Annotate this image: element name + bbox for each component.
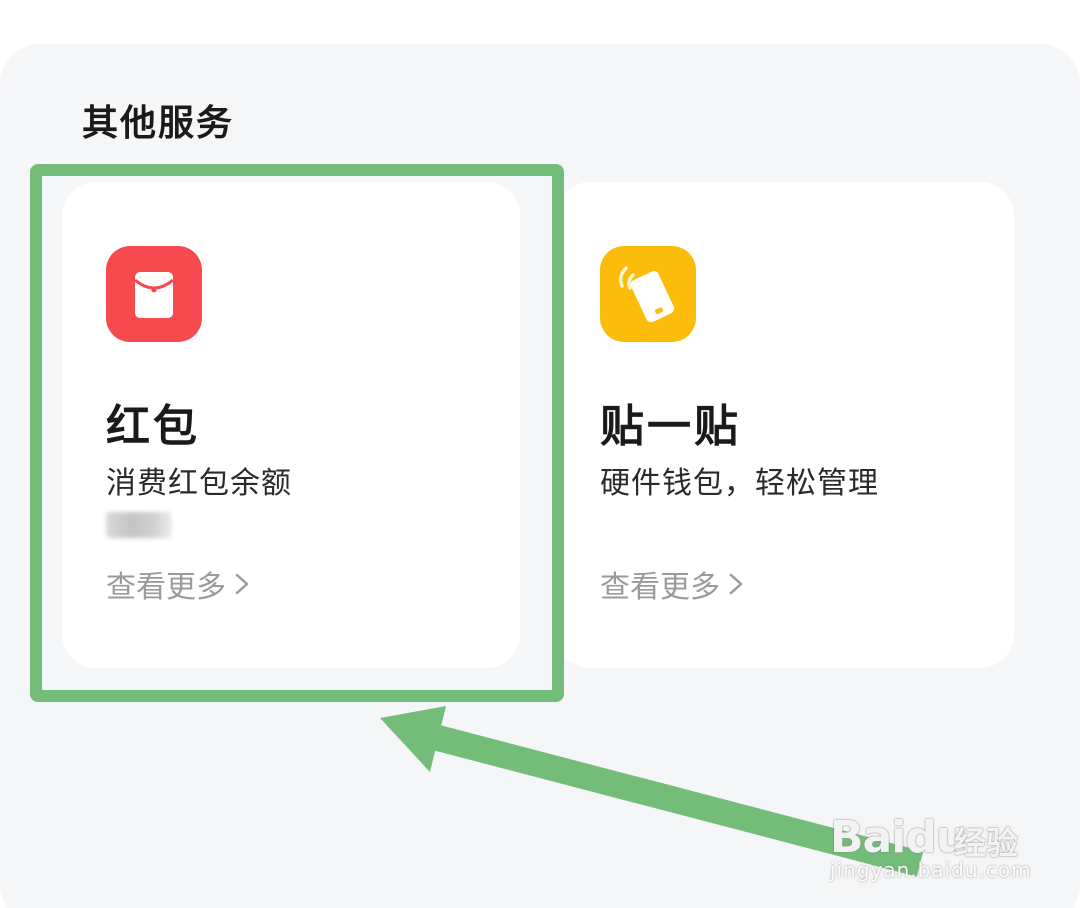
- view-more-label: 查看更多: [600, 570, 720, 605]
- section-title: 其他服务: [82, 103, 235, 144]
- redacted-balance: [106, 512, 172, 538]
- chevron-right-icon: [235, 573, 249, 595]
- chevron-right-icon: [729, 573, 743, 595]
- red-envelope-icon: [106, 246, 202, 342]
- app-page: 其他服务 红包 消费红包余额 查看更多 贴一贴 硬件钱包，轻松管理 查看更多 B…: [0, 0, 1080, 908]
- tap-phone-icon: [600, 246, 696, 342]
- red-packet-title: 红包: [106, 401, 200, 452]
- tap-card[interactable]: 贴一贴 硬件钱包，轻松管理 查看更多: [556, 182, 1014, 668]
- tap-title: 贴一贴: [600, 401, 741, 452]
- tap-view-more-link[interactable]: 查看更多: [600, 562, 750, 606]
- red-packet-view-more-link[interactable]: 查看更多: [106, 562, 256, 606]
- red-packet-card[interactable]: 红包 消费红包余额 查看更多: [62, 182, 520, 668]
- red-packet-description: 消费红包余额: [106, 466, 292, 501]
- tap-description: 硬件钱包，轻松管理: [600, 466, 879, 501]
- view-more-label: 查看更多: [106, 570, 226, 605]
